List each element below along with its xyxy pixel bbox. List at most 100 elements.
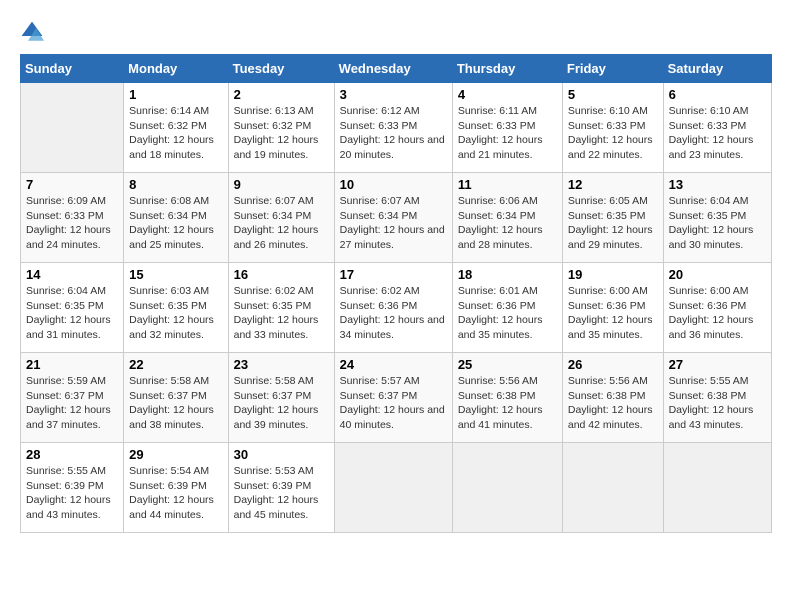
day-sunrise: Sunrise: 6:07 AM bbox=[234, 195, 314, 207]
day-daylight: Daylight: 12 hours and 19 minutes. bbox=[234, 134, 319, 161]
day-sunset: Sunset: 6:32 PM bbox=[129, 120, 207, 132]
day-cell: 12 Sunrise: 6:05 AM Sunset: 6:35 PM Dayl… bbox=[562, 173, 663, 263]
day-cell: 18 Sunrise: 6:01 AM Sunset: 6:36 PM Dayl… bbox=[452, 263, 562, 353]
day-sunset: Sunset: 6:37 PM bbox=[234, 390, 312, 402]
day-number: 17 bbox=[340, 267, 447, 282]
day-sunrise: Sunrise: 5:56 AM bbox=[568, 375, 648, 387]
day-sunrise: Sunrise: 6:03 AM bbox=[129, 285, 209, 297]
day-cell: 14 Sunrise: 6:04 AM Sunset: 6:35 PM Dayl… bbox=[21, 263, 124, 353]
day-number: 1 bbox=[129, 87, 222, 102]
day-number: 19 bbox=[568, 267, 658, 282]
day-cell: 7 Sunrise: 6:09 AM Sunset: 6:33 PM Dayli… bbox=[21, 173, 124, 263]
day-sunrise: Sunrise: 5:57 AM bbox=[340, 375, 420, 387]
day-number: 10 bbox=[340, 177, 447, 192]
day-sunrise: Sunrise: 5:53 AM bbox=[234, 465, 314, 477]
day-number: 26 bbox=[568, 357, 658, 372]
day-number: 18 bbox=[458, 267, 557, 282]
day-sunrise: Sunrise: 5:58 AM bbox=[129, 375, 209, 387]
day-cell bbox=[21, 83, 124, 173]
day-sunset: Sunset: 6:34 PM bbox=[129, 210, 207, 222]
day-sunrise: Sunrise: 6:09 AM bbox=[26, 195, 106, 207]
calendar-table: SundayMondayTuesdayWednesdayThursdayFrid… bbox=[20, 54, 772, 533]
header-cell-saturday: Saturday bbox=[663, 55, 771, 83]
day-daylight: Daylight: 12 hours and 27 minutes. bbox=[340, 224, 445, 251]
week-row-5: 28 Sunrise: 5:55 AM Sunset: 6:39 PM Dayl… bbox=[21, 443, 772, 533]
day-sunset: Sunset: 6:38 PM bbox=[669, 390, 747, 402]
day-daylight: Daylight: 12 hours and 31 minutes. bbox=[26, 314, 111, 341]
day-sunrise: Sunrise: 6:07 AM bbox=[340, 195, 420, 207]
day-sunrise: Sunrise: 6:02 AM bbox=[234, 285, 314, 297]
day-number: 21 bbox=[26, 357, 118, 372]
day-number: 25 bbox=[458, 357, 557, 372]
header-row: SundayMondayTuesdayWednesdayThursdayFrid… bbox=[21, 55, 772, 83]
day-daylight: Daylight: 12 hours and 43 minutes. bbox=[26, 494, 111, 521]
day-daylight: Daylight: 12 hours and 42 minutes. bbox=[568, 404, 653, 431]
day-daylight: Daylight: 12 hours and 29 minutes. bbox=[568, 224, 653, 251]
day-sunrise: Sunrise: 6:01 AM bbox=[458, 285, 538, 297]
header-cell-sunday: Sunday bbox=[21, 55, 124, 83]
day-number: 6 bbox=[669, 87, 766, 102]
day-daylight: Daylight: 12 hours and 21 minutes. bbox=[458, 134, 543, 161]
day-sunrise: Sunrise: 6:08 AM bbox=[129, 195, 209, 207]
day-cell: 5 Sunrise: 6:10 AM Sunset: 6:33 PM Dayli… bbox=[562, 83, 663, 173]
day-sunset: Sunset: 6:33 PM bbox=[26, 210, 104, 222]
day-cell: 28 Sunrise: 5:55 AM Sunset: 6:39 PM Dayl… bbox=[21, 443, 124, 533]
day-sunset: Sunset: 6:36 PM bbox=[458, 300, 536, 312]
header-cell-friday: Friday bbox=[562, 55, 663, 83]
day-daylight: Daylight: 12 hours and 20 minutes. bbox=[340, 134, 445, 161]
day-cell bbox=[562, 443, 663, 533]
day-daylight: Daylight: 12 hours and 32 minutes. bbox=[129, 314, 214, 341]
day-sunset: Sunset: 6:36 PM bbox=[669, 300, 747, 312]
day-number: 11 bbox=[458, 177, 557, 192]
day-sunset: Sunset: 6:33 PM bbox=[340, 120, 418, 132]
day-daylight: Daylight: 12 hours and 30 minutes. bbox=[669, 224, 754, 251]
day-cell: 23 Sunrise: 5:58 AM Sunset: 6:37 PM Dayl… bbox=[228, 353, 334, 443]
day-cell: 1 Sunrise: 6:14 AM Sunset: 6:32 PM Dayli… bbox=[124, 83, 228, 173]
day-sunset: Sunset: 6:34 PM bbox=[458, 210, 536, 222]
day-number: 29 bbox=[129, 447, 222, 462]
day-daylight: Daylight: 12 hours and 41 minutes. bbox=[458, 404, 543, 431]
day-sunset: Sunset: 6:35 PM bbox=[234, 300, 312, 312]
day-cell: 10 Sunrise: 6:07 AM Sunset: 6:34 PM Dayl… bbox=[334, 173, 452, 263]
day-daylight: Daylight: 12 hours and 45 minutes. bbox=[234, 494, 319, 521]
day-sunrise: Sunrise: 6:11 AM bbox=[458, 105, 537, 117]
day-cell: 29 Sunrise: 5:54 AM Sunset: 6:39 PM Dayl… bbox=[124, 443, 228, 533]
day-cell: 26 Sunrise: 5:56 AM Sunset: 6:38 PM Dayl… bbox=[562, 353, 663, 443]
day-sunrise: Sunrise: 5:55 AM bbox=[669, 375, 749, 387]
day-number: 24 bbox=[340, 357, 447, 372]
day-number: 14 bbox=[26, 267, 118, 282]
day-sunset: Sunset: 6:35 PM bbox=[26, 300, 104, 312]
day-cell: 9 Sunrise: 6:07 AM Sunset: 6:34 PM Dayli… bbox=[228, 173, 334, 263]
day-sunset: Sunset: 6:33 PM bbox=[458, 120, 536, 132]
day-number: 4 bbox=[458, 87, 557, 102]
day-cell: 15 Sunrise: 6:03 AM Sunset: 6:35 PM Dayl… bbox=[124, 263, 228, 353]
day-sunrise: Sunrise: 6:00 AM bbox=[568, 285, 648, 297]
day-sunset: Sunset: 6:37 PM bbox=[26, 390, 104, 402]
day-number: 22 bbox=[129, 357, 222, 372]
day-daylight: Daylight: 12 hours and 44 minutes. bbox=[129, 494, 214, 521]
day-daylight: Daylight: 12 hours and 37 minutes. bbox=[26, 404, 111, 431]
day-sunset: Sunset: 6:39 PM bbox=[129, 480, 207, 492]
header-cell-thursday: Thursday bbox=[452, 55, 562, 83]
week-row-2: 7 Sunrise: 6:09 AM Sunset: 6:33 PM Dayli… bbox=[21, 173, 772, 263]
day-daylight: Daylight: 12 hours and 24 minutes. bbox=[26, 224, 111, 251]
day-daylight: Daylight: 12 hours and 26 minutes. bbox=[234, 224, 319, 251]
day-sunrise: Sunrise: 6:02 AM bbox=[340, 285, 420, 297]
day-daylight: Daylight: 12 hours and 38 minutes. bbox=[129, 404, 214, 431]
day-sunrise: Sunrise: 5:58 AM bbox=[234, 375, 314, 387]
day-cell bbox=[334, 443, 452, 533]
day-daylight: Daylight: 12 hours and 35 minutes. bbox=[568, 314, 653, 341]
day-cell: 8 Sunrise: 6:08 AM Sunset: 6:34 PM Dayli… bbox=[124, 173, 228, 263]
day-number: 20 bbox=[669, 267, 766, 282]
day-sunset: Sunset: 6:35 PM bbox=[129, 300, 207, 312]
day-sunrise: Sunrise: 5:54 AM bbox=[129, 465, 209, 477]
day-daylight: Daylight: 12 hours and 22 minutes. bbox=[568, 134, 653, 161]
day-number: 2 bbox=[234, 87, 329, 102]
day-sunset: Sunset: 6:33 PM bbox=[669, 120, 747, 132]
day-cell: 20 Sunrise: 6:00 AM Sunset: 6:36 PM Dayl… bbox=[663, 263, 771, 353]
day-cell: 4 Sunrise: 6:11 AM Sunset: 6:33 PM Dayli… bbox=[452, 83, 562, 173]
day-sunrise: Sunrise: 6:04 AM bbox=[669, 195, 749, 207]
day-number: 12 bbox=[568, 177, 658, 192]
day-cell bbox=[663, 443, 771, 533]
day-sunset: Sunset: 6:39 PM bbox=[234, 480, 312, 492]
